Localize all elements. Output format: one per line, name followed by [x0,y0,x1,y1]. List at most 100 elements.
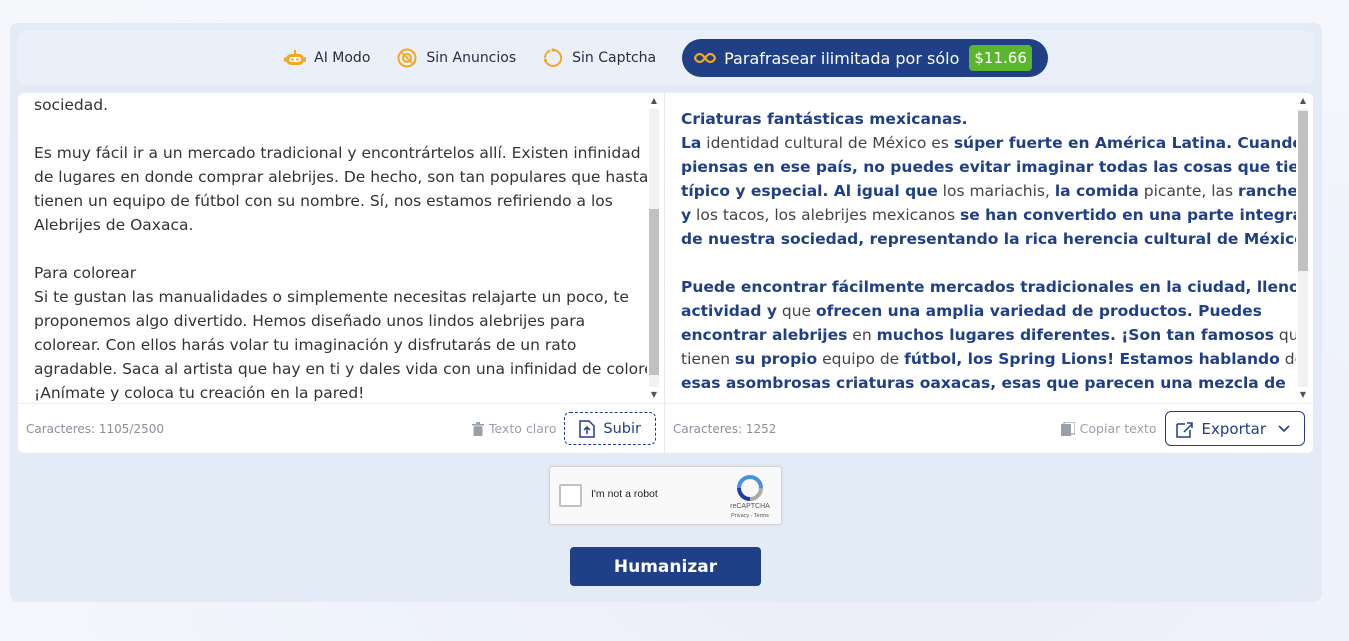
input-footer: Caracteres: 1105/2500 Texto claro Subir [18,403,664,453]
input-line: sociedad. [34,96,109,114]
changed-segment: actividad y [681,302,777,320]
changed-segment: súper fuerte en América Latina. Cuando [953,134,1296,152]
output-line: esas asombrosas criaturas oaxacas, esas … [681,371,1286,395]
changed-segment: esas asombrosas criaturas oaxacas, esas … [681,374,1286,392]
input-line: Si te gustan las manualidades o simpleme… [34,288,629,306]
robot-icon [284,47,307,69]
input-line: colorear. Con ellos harás volar tu imagi… [34,336,577,354]
scroll-up-arrow[interactable]: ▲ [648,95,660,107]
input-line: Alebrijes de Oaxaca. [34,216,194,234]
recaptcha-widget: I'm not a robot reCAPTCHA Privacy - Term… [549,466,782,525]
upload-label: Subir [603,420,641,437]
unchanged-segment: de [1284,350,1296,368]
input-line: Para colorear [34,264,137,282]
changed-segment: de nuestra sociedad, representando la ri… [681,230,1296,248]
input-line [34,117,631,141]
unchanged-segment: en [847,326,877,344]
price-badge: $11.66 [969,45,1032,71]
changed-segment: su propio [735,350,818,368]
export-icon [1175,420,1194,438]
feature-no-captcha-label: Sin Captcha [572,50,657,66]
infinity-icon [694,52,717,64]
scroll-down-arrow[interactable]: ▼ [1297,389,1309,401]
feature-ai-mode: AI Modo [284,47,370,69]
export-dropdown[interactable]: Exportar [1164,411,1305,446]
output-line: Criaturas fantásticas mexicanas. [681,107,1280,131]
output-line: actividad y que ofrecen una amplia varie… [681,299,1280,323]
input-line [34,237,631,261]
changed-segment: fútbol, los Spring Lions! Estamos hablan… [904,350,1280,368]
changed-segment: La [681,134,702,152]
input-line: de lugares en donde comprar alebrijes. D… [34,168,647,186]
no-ads-icon [396,47,418,69]
output-panel: Criaturas fantásticas mexicanas. La ident… [665,93,1313,453]
clear-text-label: Texto claro [488,421,557,436]
output-footer: Caracteres: 1252 Copiar texto Exportar [665,403,1313,453]
recaptcha-checkbox[interactable] [559,484,582,507]
output-line: La identidad cultural de México es súper… [681,131,1296,155]
input-char-count: Caracteres: 1105/2500 [26,421,164,436]
copy-text-label: Copiar texto [1079,421,1157,436]
input-textarea[interactable]: sociedad. Es muy fácil ir a un mercado tr… [18,93,647,403]
paraphraser-card: AI Modo Sin Anuncios Sin Captcha Parafra… [10,23,1322,602]
input-line: Es muy fácil ir a un mercado tradicional… [34,144,641,162]
copy-icon [1060,421,1075,436]
output-line: tienen su propio equipo de fútbol, los S… [681,347,1296,371]
feature-no-ads-label: Sin Anuncios [426,50,517,66]
chevron-down-icon [1278,424,1290,433]
unchanged-segment: los tacos, los alebrijes mexicanos [691,206,961,224]
input-panel: sociedad. Es muy fácil ir a un mercado tr… [18,93,665,453]
output-line: y los tacos, los alebrijes mexicanos se … [681,203,1296,227]
trash-icon [471,421,484,436]
feature-bar: AI Modo Sin Anuncios Sin Captcha Parafra… [18,31,1314,85]
unchanged-segment: que [776,302,816,320]
unchanged-segment: identidad cultural de México es [701,134,954,152]
output-textarea: Criaturas fantásticas mexicanas. La ident… [665,93,1296,403]
output-line: típico y especial. Al igual que los mari… [681,179,1296,203]
export-label: Exportar [1201,419,1266,438]
upload-icon [579,419,596,438]
recaptcha-label: I'm not a robot [591,488,658,500]
output-scrollbar[interactable]: ▲ ▼ [1297,95,1309,401]
recaptcha-links[interactable]: Privacy - Terms [720,513,780,519]
scroll-thumb[interactable] [649,209,659,375]
unchanged-segment: equipo de [817,350,905,368]
changed-segment: se han convertido en una parte integral [960,206,1296,224]
unchanged-segment: los mariachis, [937,182,1055,200]
clear-text-button[interactable]: Texto claro [471,421,557,436]
output-line: piensas en ese país, no puedes evitar im… [681,155,1296,179]
unchanged-segment: picante, las [1138,182,1239,200]
feature-ai-mode-label: AI Modo [314,50,371,66]
changed-segment: piensas en ese país, no puedes evitar im… [681,158,1296,176]
changed-segment: rancheras [1238,182,1296,200]
input-line: agradable. Saca al artista que hay en ti… [34,360,647,378]
recaptcha-brand: reCAPTCHA [730,503,770,510]
unlimited-promo-button[interactable]: Parafrasear ilimitada por sólo $11.66 [682,39,1048,77]
changed-segment: Puede encontrar fácilmente mercados trad… [681,278,1296,296]
promo-label: Parafrasear ilimitada por sólo [724,48,960,68]
scroll-down-arrow[interactable]: ▼ [648,389,660,401]
input-line: proponemos algo divertido. Hemos diseñad… [34,312,586,330]
changed-segment: típico y especial. Al igual que [681,182,938,200]
unchanged-segment: tienen [681,350,736,368]
copy-text-button[interactable]: Copiar texto [1060,421,1157,436]
output-char-count: Caracteres: 1252 [673,421,777,436]
changed-segment: y [681,206,692,224]
feature-no-captcha: Sin Captcha [542,47,656,69]
changed-segment: la comida [1054,182,1139,200]
changed-segment: Criaturas fantásticas mexicanas. [681,110,968,128]
input-scrollbar[interactable]: ▲ ▼ [648,95,660,401]
captcha-icon [542,47,564,69]
scroll-up-arrow[interactable]: ▲ [1297,95,1309,107]
input-line: ¡Anímate y coloca tu creación en la pare… [34,384,365,402]
humanize-button[interactable]: Humanizar [570,547,761,586]
recaptcha-logo-icon [736,475,764,505]
upload-button[interactable]: Subir [564,412,656,445]
changed-segment: muchos lugares diferentes. ¡Son tan famo… [876,326,1274,344]
output-line: Puede encontrar fácilmente mercados trad… [681,275,1296,299]
changed-segment: encontrar alebrijes [681,326,848,344]
scroll-thumb[interactable] [1298,111,1308,271]
changed-segment: ofrecen una amplia variedad de productos… [816,302,1262,320]
input-line: tienen un equipo de fútbol con su nombre… [34,192,613,210]
unchanged-segment: que [1278,326,1296,344]
